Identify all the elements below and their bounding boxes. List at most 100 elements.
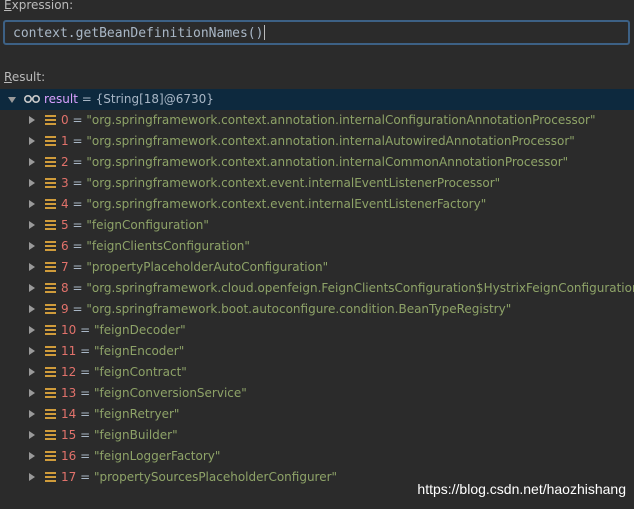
- item-index: 5: [61, 218, 69, 232]
- item-value: "feignEncoder": [93, 344, 185, 358]
- tree-item-row[interactable]: 11 = "feignEncoder": [0, 341, 634, 362]
- item-value: "feignLoggerFactory": [93, 449, 221, 463]
- item-value: "org.springframework.context.event.inter…: [86, 197, 487, 211]
- item-index: 7: [61, 260, 69, 274]
- item-value: "feignContract": [93, 365, 187, 379]
- equals-sign: =: [68, 218, 87, 232]
- equals-sign: =: [76, 386, 94, 400]
- result-type: = {String[18]@6730}: [81, 92, 214, 106]
- tree-item-row[interactable]: 2 = "org.springframework.context.annotat…: [0, 152, 634, 173]
- equals-sign: =: [68, 155, 87, 169]
- tree-item-row[interactable]: 6 = "feignClientsConfiguration": [0, 236, 634, 257]
- array-element-icon: [45, 346, 56, 357]
- tree-item-row[interactable]: 13 = "feignConversionService": [0, 383, 634, 404]
- tree-item-row[interactable]: 9 = "org.springframework.boot.autoconfig…: [0, 299, 634, 320]
- item-index: 12: [61, 365, 77, 379]
- item-value: "org.springframework.context.event.inter…: [86, 176, 501, 190]
- equals-sign: =: [76, 365, 94, 379]
- equals-sign: =: [68, 260, 87, 274]
- expand-arrow-icon[interactable]: [29, 179, 35, 187]
- array-element-icon: [45, 262, 56, 273]
- item-index: 17: [61, 470, 77, 484]
- expand-arrow-icon[interactable]: [29, 347, 35, 355]
- text-caret: [264, 25, 266, 40]
- tree-item-row[interactable]: 1 = "org.springframework.context.annotat…: [0, 131, 634, 152]
- equals-sign: =: [76, 470, 94, 484]
- expand-arrow-icon[interactable]: [29, 263, 35, 271]
- array-element-icon: [45, 409, 56, 420]
- expression-value[interactable]: context.getBeanDefinitionNames(): [13, 26, 263, 41]
- watermark: https://blog.csdn.net/haozhishang: [417, 481, 626, 497]
- equals-sign: =: [68, 113, 87, 127]
- item-value: "org.springframework.boot.autoconfigure.…: [86, 302, 512, 316]
- expand-arrow-icon[interactable]: [29, 473, 35, 481]
- expression-label: Expression:: [4, 0, 74, 12]
- item-index: 1: [61, 134, 69, 148]
- result-tree[interactable]: result = {String[18]@6730} 0 = "org.spri…: [0, 89, 634, 509]
- item-index: 9: [61, 302, 69, 316]
- item-value: "feignClientsConfiguration": [86, 239, 250, 253]
- item-index: 3: [61, 176, 69, 190]
- item-index: 15: [61, 428, 77, 442]
- item-index: 4: [61, 197, 69, 211]
- equals-sign: =: [68, 302, 87, 316]
- expand-arrow-icon[interactable]: [29, 137, 35, 145]
- expand-arrow-icon[interactable]: [29, 242, 35, 250]
- array-element-icon: [45, 136, 56, 147]
- array-element-icon: [45, 430, 56, 441]
- expand-arrow-icon[interactable]: [29, 431, 35, 439]
- expand-arrow-icon[interactable]: [29, 158, 35, 166]
- expand-arrow-icon[interactable]: [29, 410, 35, 418]
- expand-arrow-icon[interactable]: [29, 389, 35, 397]
- tree-item-row[interactable]: 4 = "org.springframework.context.event.i…: [0, 194, 634, 215]
- expand-arrow-icon[interactable]: [29, 221, 35, 229]
- item-index: 10: [61, 323, 77, 337]
- item-value: "org.springframework.context.annotation.…: [86, 134, 575, 148]
- expand-arrow-icon[interactable]: [29, 368, 35, 376]
- array-element-icon: [45, 199, 56, 210]
- equals-sign: =: [68, 197, 87, 211]
- tree-item-row[interactable]: 10 = "feignDecoder": [0, 320, 634, 341]
- result-name: result: [44, 92, 78, 106]
- expand-arrow-icon[interactable]: [29, 326, 35, 334]
- item-value: "org.springframework.context.annotation.…: [86, 113, 596, 127]
- array-element-icon: [45, 157, 56, 168]
- result-root-row[interactable]: result = {String[18]@6730}: [0, 89, 634, 110]
- item-value: "feignDecoder": [93, 323, 186, 337]
- equals-sign: =: [76, 428, 94, 442]
- expand-arrow-icon[interactable]: [29, 116, 35, 124]
- array-element-icon: [45, 451, 56, 462]
- tree-item-row[interactable]: 15 = "feignBuilder": [0, 425, 634, 446]
- tree-item-row[interactable]: 16 = "feignLoggerFactory": [0, 446, 634, 467]
- equals-sign: =: [76, 407, 94, 421]
- array-element-icon: [45, 283, 56, 294]
- array-element-icon: [45, 472, 56, 483]
- expand-arrow-icon[interactable]: [29, 452, 35, 460]
- expand-arrow-icon[interactable]: [29, 305, 35, 313]
- tree-item-row[interactable]: 5 = "feignConfiguration": [0, 215, 634, 236]
- collapse-arrow-icon[interactable]: [8, 97, 16, 103]
- expression-input[interactable]: context.getBeanDefinitionNames(): [3, 20, 630, 45]
- item-index: 16: [61, 449, 77, 463]
- result-label: Result:: [4, 70, 46, 84]
- expand-arrow-icon[interactable]: [29, 284, 35, 292]
- item-index: 2: [61, 155, 69, 169]
- watch-glasses-icon: [24, 95, 40, 103]
- tree-item-row[interactable]: 12 = "feignContract": [0, 362, 634, 383]
- array-element-icon: [45, 241, 56, 252]
- equals-sign: =: [68, 281, 87, 295]
- tree-item-row[interactable]: 7 = "propertyPlaceholderAutoConfiguratio…: [0, 257, 634, 278]
- tree-item-row[interactable]: 3 = "org.springframework.context.event.i…: [0, 173, 634, 194]
- tree-item-row[interactable]: 8 = "org.springframework.cloud.openfeign…: [0, 278, 634, 299]
- item-value: "org.springframework.context.annotation.…: [86, 155, 569, 169]
- equals-sign: =: [76, 344, 94, 358]
- item-value: "feignConfiguration": [86, 218, 209, 232]
- item-index: 13: [61, 386, 77, 400]
- equals-sign: =: [76, 449, 94, 463]
- equals-sign: =: [76, 323, 94, 337]
- tree-item-row[interactable]: 14 = "feignRetryer": [0, 404, 634, 425]
- equals-sign: =: [68, 176, 87, 190]
- expand-arrow-icon[interactable]: [29, 200, 35, 208]
- item-value: "propertySourcesPlaceholderConfigurer": [93, 470, 338, 484]
- tree-item-row[interactable]: 0 = "org.springframework.context.annotat…: [0, 110, 634, 131]
